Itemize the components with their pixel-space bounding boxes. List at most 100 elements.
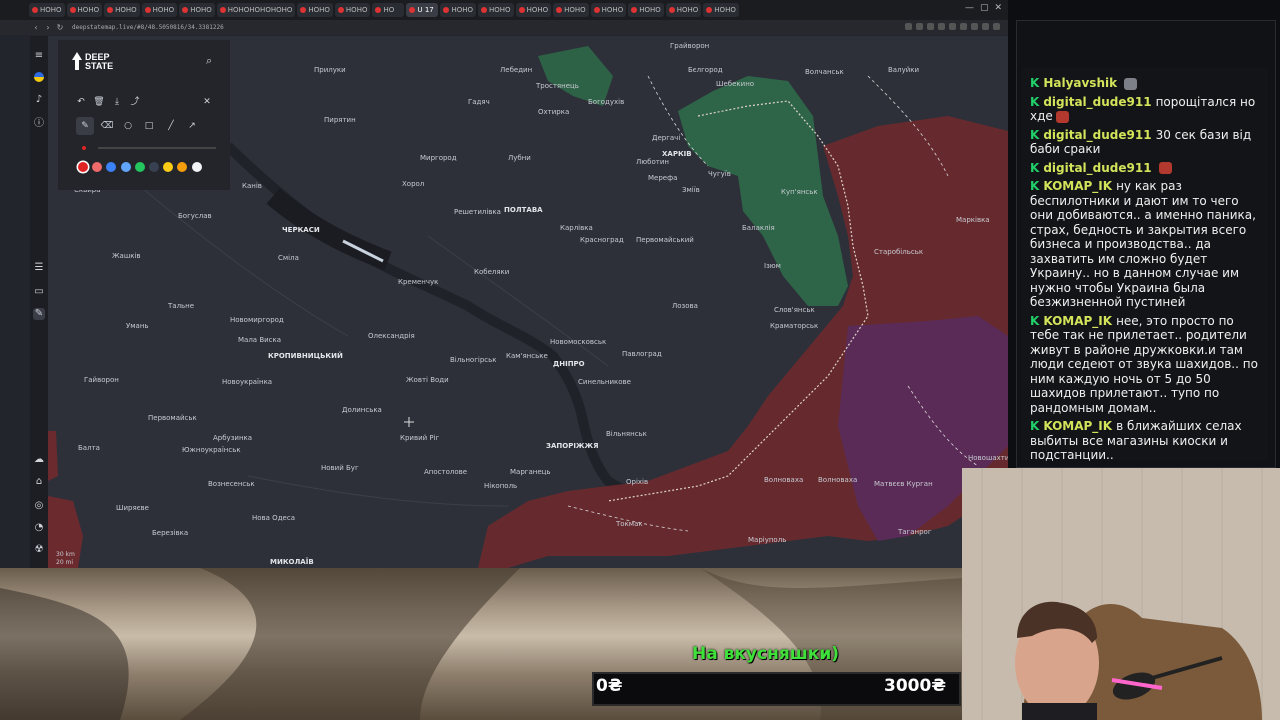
favicon-icon — [107, 7, 114, 13]
color-swatch[interactable] — [149, 162, 159, 172]
color-swatch[interactable] — [177, 162, 188, 172]
chat-username[interactable]: digital_dude911 — [1043, 128, 1151, 142]
trash-icon[interactable]: 🗑 — [92, 95, 106, 109]
tab-label: HO — [383, 6, 395, 14]
city-label: Таганрог — [898, 528, 932, 536]
kick-badge-icon: K — [1030, 160, 1040, 175]
browser-tab[interactable]: HOHO — [104, 3, 140, 17]
browser-tab[interactable]: HO — [372, 3, 405, 17]
city-label: Кобеляки — [474, 268, 510, 276]
color-swatch[interactable] — [92, 162, 103, 172]
browser-tab[interactable]: HOHO — [665, 3, 702, 17]
browser-tab[interactable]: HOHO — [553, 3, 589, 17]
tab-label: HOHO — [40, 6, 62, 14]
info-icon[interactable]: ⓘ — [33, 118, 45, 130]
target-icon[interactable]: ◎ — [33, 500, 45, 512]
city-label: Богодухів — [588, 98, 625, 106]
city-label: Лозова — [672, 302, 698, 310]
maximize-icon[interactable]: ▢ — [980, 3, 989, 13]
color-swatch[interactable] — [120, 162, 131, 172]
close-icon[interactable]: ✕ — [994, 3, 1002, 13]
tab-label: U 17 — [417, 6, 434, 14]
back-icon[interactable]: ‹ — [30, 23, 42, 32]
minimize-icon[interactable]: — — [965, 3, 974, 13]
chat-username[interactable]: digital_dude911 — [1043, 95, 1151, 109]
bell-icon[interactable]: ♪ — [33, 94, 45, 106]
chat-username[interactable]: digital_dude911 — [1043, 161, 1151, 175]
city-label: Старобільськ — [874, 248, 924, 256]
city-label: Оріхів — [626, 478, 649, 486]
layers-icon[interactable]: ☰ — [33, 262, 45, 274]
city-label: Олександрія — [368, 332, 415, 340]
radiation-icon[interactable]: ☢ — [33, 544, 45, 556]
browser-tab[interactable]: HOHO — [66, 3, 103, 17]
city-label: Гайворон — [84, 376, 119, 384]
city-label: Жашків — [112, 252, 141, 260]
city-label: Тростянець — [536, 82, 579, 90]
tab-label: HOHO — [345, 6, 368, 14]
color-swatch[interactable] — [134, 162, 145, 172]
chat-message: K KOMAP_IK в ближайших селах выбиты все ма… — [1030, 419, 1262, 463]
search-icon[interactable]: ⌕ — [206, 54, 212, 68]
pencil-icon[interactable]: ✎ — [76, 117, 94, 135]
url-field[interactable]: deepstatemap.live/#8/48.5050816/34.33812… — [72, 24, 224, 31]
close-icon[interactable]: ✕ — [200, 95, 214, 109]
map-left-rail: ≡ ♪ ⓘ ☰ ▭ ✎ ☁ ⌂ ◎ ◔ ☢ — [30, 36, 48, 568]
forward-icon[interactable]: › — [42, 23, 54, 32]
antenna-icon[interactable]: ⌂ — [33, 476, 45, 488]
city-label: Матвєєв Курган — [874, 480, 933, 488]
browser-tab[interactable]: HOHO — [703, 3, 739, 17]
chat-username[interactable]: KOMAP_IK — [1043, 419, 1112, 433]
cloud-icon[interactable]: ☁ — [33, 454, 45, 466]
color-swatch[interactable] — [163, 162, 174, 172]
city-label: Дергачі — [652, 134, 681, 142]
window-controls: — ▢ ✕ — [965, 3, 1002, 13]
city-label: Пирятин — [324, 116, 356, 124]
browser-tab[interactable]: HOHO — [478, 3, 514, 17]
undo-icon[interactable]: ↶ — [74, 95, 88, 109]
chat-message: Kdigital_dude911 — [1030, 161, 1262, 176]
browser-tab[interactable]: HOHO — [334, 3, 371, 17]
favicon-icon — [144, 7, 151, 13]
share-icon[interactable]: ⤴ — [128, 95, 142, 109]
favicon-icon — [593, 7, 600, 13]
city-label: Мала Виска — [238, 336, 282, 344]
download-icon[interactable]: ⤓ — [110, 95, 124, 109]
gauge-icon[interactable]: ◔ — [33, 522, 45, 534]
pen-icon[interactable]: ✎ — [33, 308, 45, 320]
reload-icon[interactable]: ↻ — [54, 23, 66, 32]
browser-tab[interactable]: HOHO — [515, 3, 552, 17]
browser-tab[interactable]: HOHO — [440, 3, 477, 17]
eraser-icon[interactable]: ⌫ — [100, 119, 114, 133]
keyboard-icon[interactable]: ▭ — [33, 286, 45, 298]
chat-message: K Halyavshik — [1030, 76, 1262, 91]
city-label: Первомайськ — [148, 414, 197, 422]
ukraine-flag-icon[interactable] — [34, 72, 44, 82]
browser-tab[interactable]: HOHO — [29, 3, 65, 17]
line-icon[interactable]: ╱ — [164, 119, 178, 133]
arrow-icon[interactable]: ↗ — [185, 119, 199, 133]
browser-tab[interactable]: HOHO — [590, 3, 627, 17]
chat-username[interactable]: KOMAP_IK — [1043, 179, 1112, 193]
browser-tab[interactable]: HOHO — [628, 3, 664, 17]
browser-tab[interactable]: HOHO — [141, 3, 178, 17]
city-label: Краматорськ — [770, 322, 819, 330]
favicon-icon — [69, 7, 76, 13]
browser-tab[interactable]: HOHOHOHOHOHO — [216, 3, 296, 17]
chat-username[interactable]: Halyavshik — [1043, 76, 1117, 90]
size-slider[interactable] — [98, 147, 216, 149]
color-swatch[interactable] — [106, 162, 117, 172]
browser-tab[interactable]: U 17 — [406, 3, 439, 17]
color-swatch[interactable] — [191, 162, 202, 172]
chat-message: K KOMAP_IK нее, это просто по тебе так не … — [1030, 314, 1262, 416]
circle-icon[interactable]: ○ — [121, 119, 135, 133]
square-icon[interactable]: □ — [142, 119, 156, 133]
browser-tab[interactable]: HOHO — [297, 3, 333, 17]
chat-username[interactable]: KOMAP_IK — [1043, 314, 1112, 328]
color-swatch[interactable] — [78, 162, 88, 172]
tab-label: HOHO — [308, 6, 330, 14]
chat-message: K KOMAP_IK ну как раз беспилотники и дают … — [1030, 179, 1262, 310]
chat-panel: K Halyavshik Kdigital_dude911 порощітался н… — [1022, 68, 1268, 463]
browser-tab[interactable]: HOHO — [179, 3, 215, 17]
menu-icon[interactable]: ≡ — [33, 50, 45, 62]
